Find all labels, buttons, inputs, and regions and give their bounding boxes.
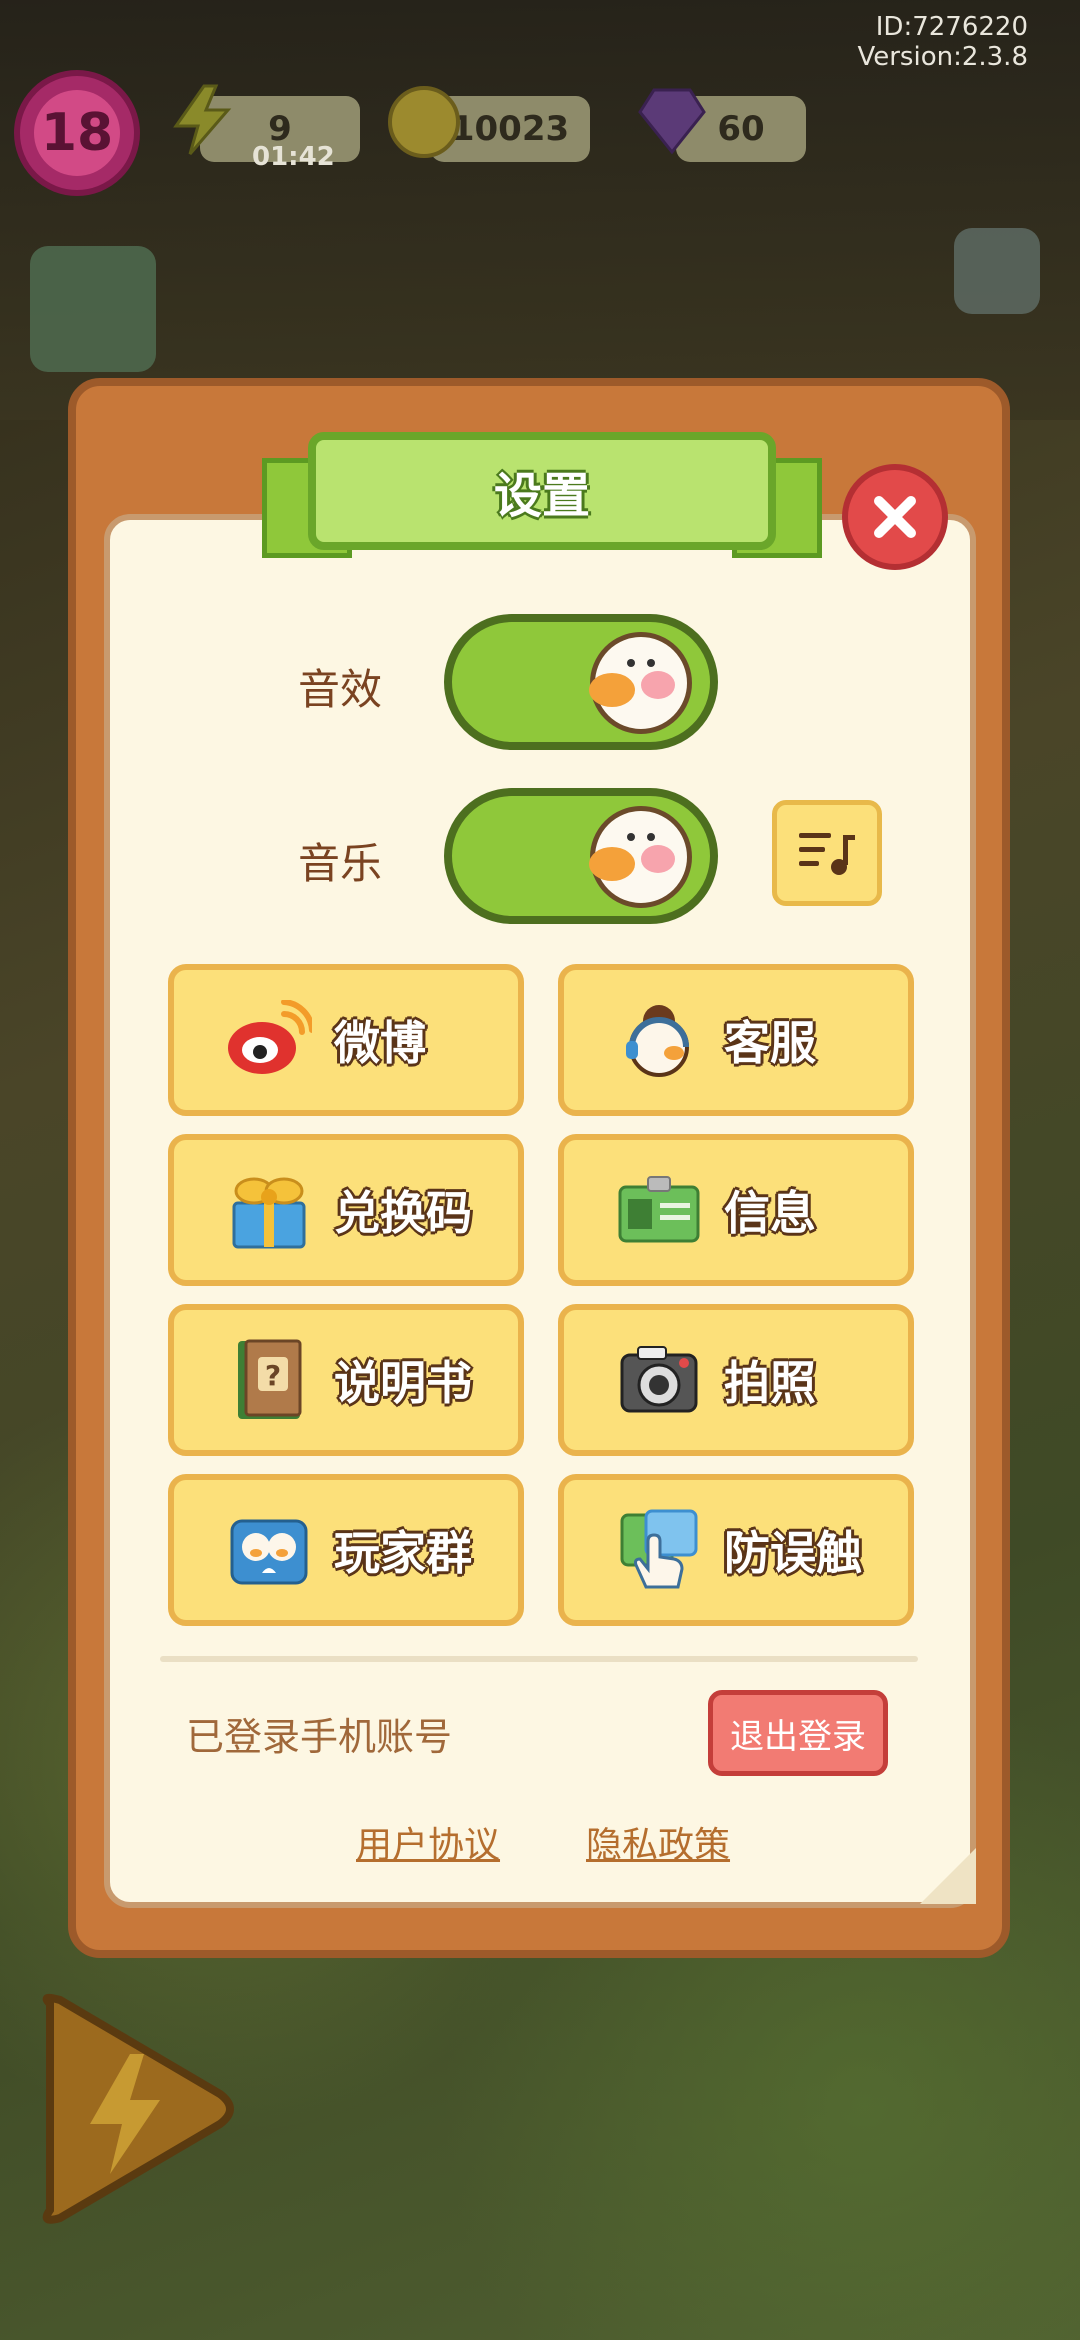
coin-value: 10023 [450,109,570,149]
gem-icon [638,88,706,155]
player-group-label: 玩家群 [334,1526,472,1580]
weibo-label: 微博 [334,1016,426,1070]
duck-knob-icon [589,632,692,734]
level-badge[interactable]: 18 [14,70,140,196]
weibo-button[interactable]: 微博 [168,964,524,1116]
touch-guard-button[interactable]: 防误触 [558,1474,914,1626]
privacy-policy-link[interactable]: 隐私政策 [586,1816,730,1868]
version-text: Version:2.3.8 [857,42,1028,72]
settings-title: 设置 [493,468,590,524]
id-card-icon [618,1176,700,1243]
level-number: 18 [34,90,120,176]
info-button[interactable]: 信息 [558,1134,914,1286]
touch-guard-label: 防误触 [724,1526,862,1580]
close-button[interactable] [842,464,948,570]
lightning-icon [173,84,232,155]
login-status: 已登录手机账号 [186,1715,453,1759]
user-agreement-link[interactable]: 用户协议 [356,1816,500,1868]
gift-box-icon [232,1177,306,1249]
player-group-icon [230,1519,308,1585]
playlist-button[interactable] [772,800,882,906]
player-id: ID:7276220 [875,12,1028,42]
photo-button[interactable]: 拍照 [558,1304,914,1456]
lightning-play-icon[interactable] [20,1984,240,2234]
music-toggle[interactable] [444,788,718,924]
sound-effects-label: 音效 [298,665,383,714]
customer-service-icon [626,1005,689,1077]
manual-label: 说明书 [334,1356,472,1410]
close-icon [874,496,916,538]
redeem-code-button[interactable]: 兑换码 [168,1134,524,1286]
customer-service-button[interactable]: 客服 [558,964,914,1116]
music-label: 音乐 [298,839,383,888]
weibo-icon [228,1000,312,1074]
photo-label: 拍照 [724,1356,816,1410]
redeem-code-label: 兑换码 [334,1186,472,1240]
touch-guard-icon [620,1509,698,1589]
player-group-button[interactable]: 玩家群 [168,1474,524,1626]
customer-service-label: 客服 [724,1016,816,1070]
info-label: 信息 [724,1186,816,1240]
svg-text:?: ? [265,1359,281,1392]
manual-book-icon: ? [238,1339,302,1419]
divider [160,1656,918,1662]
quest-board-icon[interactable] [30,246,156,372]
energy-timer: 01:42 [252,142,335,172]
coin-icon [388,86,460,158]
playlist-icon [799,833,855,875]
logout-button[interactable]: 退出登录 [708,1690,888,1776]
sound-effects-toggle[interactable] [444,614,718,750]
duck-knob-icon [589,806,692,908]
gem-value: 60 [717,109,765,149]
settings-title-ribbon: 设置 [308,432,776,550]
camera-icon [620,1346,698,1413]
gear-icon[interactable] [954,228,1040,314]
manual-button[interactable]: ? 说明书 [168,1304,524,1456]
